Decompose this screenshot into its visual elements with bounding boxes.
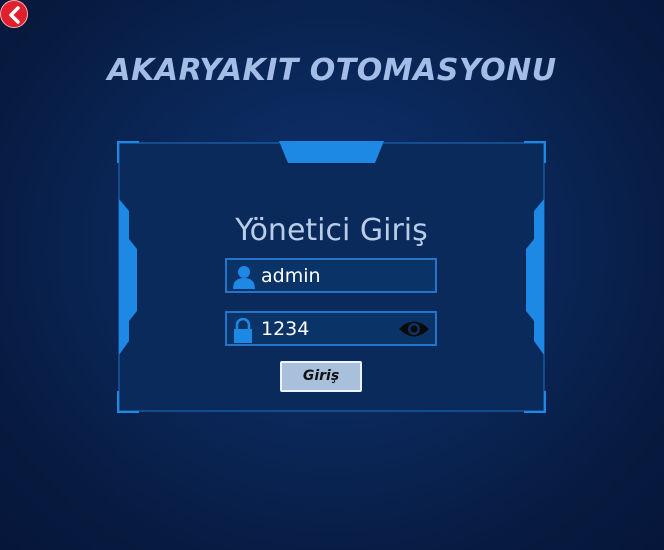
username-input[interactable] [261,260,391,291]
back-button[interactable] [0,0,28,28]
user-icon [233,266,255,289]
eye-icon[interactable] [398,318,430,340]
password-input[interactable] [261,313,391,344]
login-title: Yönetici Giriş [235,213,428,248]
chevron-left-icon [9,6,20,24]
password-field[interactable] [225,311,437,346]
app-title: AKARYAKIT OTOMASYONU [107,53,557,88]
lock-icon [234,318,252,343]
username-field[interactable] [225,258,437,293]
login-button[interactable]: Giriş [280,361,362,392]
login-panel: Yönetici Giriş Giriş [117,141,546,413]
